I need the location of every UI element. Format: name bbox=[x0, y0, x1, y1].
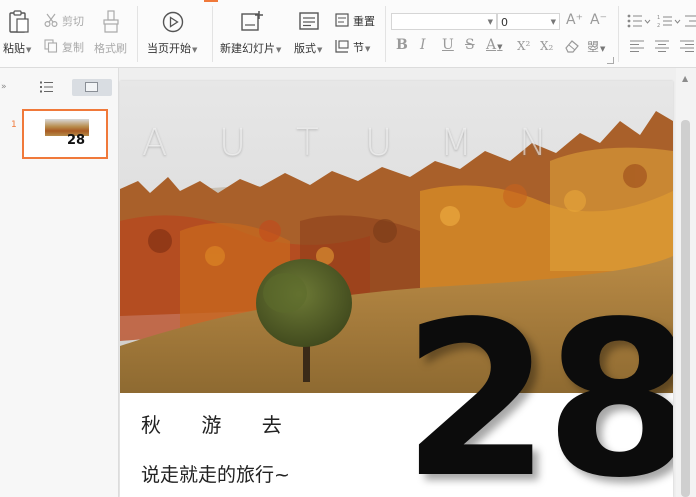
play-from-current-button[interactable]: 当页开始▼ bbox=[145, 8, 205, 60]
play-from-current-label: 当页开始▼ bbox=[147, 42, 198, 55]
slide-editing-canvas: A U T U M N 28 秋 游 去 说走就走的旅行~ bbox=[119, 68, 676, 497]
reset-label: 重置 bbox=[353, 15, 375, 28]
underline-button[interactable]: U bbox=[442, 37, 454, 53]
reset-button[interactable]: 重置 bbox=[334, 12, 380, 28]
numbered-list-icon[interactable]: 1 2 bbox=[657, 14, 681, 28]
brush-icon bbox=[103, 10, 119, 33]
title-letter: N bbox=[519, 121, 547, 164]
new-slide-label: 新建幻灯片▼ bbox=[220, 42, 282, 55]
align-right-icon[interactable] bbox=[680, 40, 694, 52]
reset-icon bbox=[335, 13, 349, 27]
format-painter-button[interactable]: 格式刷 bbox=[92, 8, 130, 60]
scroll-up-icon[interactable]: ▲ bbox=[682, 74, 688, 83]
copy-icon bbox=[44, 39, 58, 53]
ribbon-separator bbox=[137, 6, 138, 62]
clipboard-icon bbox=[9, 10, 29, 33]
big-date-number[interactable]: 28 bbox=[402, 294, 673, 497]
vertical-scrollbar[interactable]: ▲ bbox=[677, 68, 696, 497]
collapse-panel-button[interactable]: » bbox=[1, 82, 7, 92]
layout-icon bbox=[299, 12, 319, 30]
slide-thumbnail-panel: » 1 28 bbox=[0, 68, 119, 497]
new-slide-icon bbox=[241, 11, 263, 31]
font-color-button[interactable]: A▼ bbox=[486, 37, 503, 53]
section-icon bbox=[335, 40, 349, 53]
title-letter: U bbox=[365, 121, 393, 164]
outline-view-icon[interactable] bbox=[40, 81, 54, 93]
chevron-down-icon: ▼ bbox=[487, 18, 493, 26]
chevron-down-icon: ▼ bbox=[550, 18, 556, 26]
paste-button[interactable]: 粘贴▼ bbox=[2, 8, 38, 60]
section-label: 节▼ bbox=[353, 41, 371, 54]
scrollbar-thumb[interactable] bbox=[681, 120, 690, 497]
superscript-button[interactable]: X² bbox=[517, 39, 530, 53]
ribbon-separator bbox=[385, 6, 386, 62]
format-painter-label: 格式刷 bbox=[94, 42, 127, 55]
ribbon-separator bbox=[618, 6, 619, 62]
title-letter: A bbox=[142, 121, 168, 164]
title-letter: U bbox=[219, 121, 247, 164]
font-size-select[interactable]: 0 ▼ bbox=[497, 13, 560, 30]
active-tab-indicator bbox=[204, 0, 218, 2]
paste-label: 粘贴▼ bbox=[3, 42, 32, 55]
tagline-text[interactable]: 说走就走的旅行~ bbox=[141, 460, 290, 487]
decrease-font-size-button[interactable]: A⁻ bbox=[590, 12, 607, 28]
bullet-list-icon[interactable] bbox=[627, 14, 651, 28]
section-button[interactable]: 节▼ bbox=[334, 38, 380, 54]
copy-button[interactable]: 复制 bbox=[44, 38, 90, 54]
svg-text:2: 2 bbox=[657, 23, 660, 28]
slide-view-tab[interactable] bbox=[72, 79, 112, 96]
align-left-icon[interactable] bbox=[630, 40, 644, 52]
ribbon-separator bbox=[212, 6, 213, 62]
new-slide-button[interactable]: 新建幻灯片▼ bbox=[218, 8, 286, 60]
font-dialog-launcher[interactable] bbox=[607, 57, 614, 64]
svg-text:1: 1 bbox=[657, 15, 660, 21]
slide-view-icon bbox=[85, 82, 98, 92]
align-center-icon[interactable] bbox=[655, 40, 669, 52]
strikethrough-button[interactable]: S bbox=[465, 37, 475, 53]
copy-label: 复制 bbox=[62, 41, 84, 54]
slide[interactable]: A U T U M N 28 秋 游 去 说走就走的旅行~ bbox=[120, 81, 673, 497]
bold-button[interactable]: B bbox=[396, 37, 408, 53]
layout-button[interactable]: 版式▼ bbox=[292, 8, 328, 60]
increase-font-size-button[interactable]: A⁺ bbox=[566, 12, 583, 28]
ribbon-toolbar: 粘贴▼ 剪切 复制 格式刷 当页开始▼ 新建幻灯片▼ 版式▼ 重置 节▼ ▼ 0… bbox=[0, 0, 696, 68]
slide-thumbnail[interactable]: 28 bbox=[22, 109, 108, 159]
title-letter: M bbox=[440, 121, 472, 164]
cut-label: 剪切 bbox=[62, 15, 84, 28]
slide-number: 1 bbox=[11, 120, 17, 130]
phonetic-guide-button[interactable]: 曌▼ bbox=[587, 38, 605, 55]
eraser-icon[interactable] bbox=[564, 39, 580, 53]
decrease-indent-icon[interactable] bbox=[684, 14, 696, 28]
subscript-button[interactable]: X₂ bbox=[540, 39, 553, 53]
scissors-icon bbox=[44, 13, 58, 27]
font-size-value: 0 bbox=[501, 16, 508, 29]
play-icon bbox=[162, 11, 184, 33]
title-letter: T bbox=[296, 121, 319, 164]
thumbnail-number: 28 bbox=[67, 133, 86, 148]
italic-button[interactable]: I bbox=[420, 37, 426, 53]
cut-button[interactable]: 剪切 bbox=[44, 12, 90, 28]
layout-label: 版式▼ bbox=[294, 42, 323, 55]
font-name-select[interactable]: ▼ bbox=[391, 13, 497, 30]
subtitle-text[interactable]: 秋 游 去 bbox=[141, 409, 299, 438]
